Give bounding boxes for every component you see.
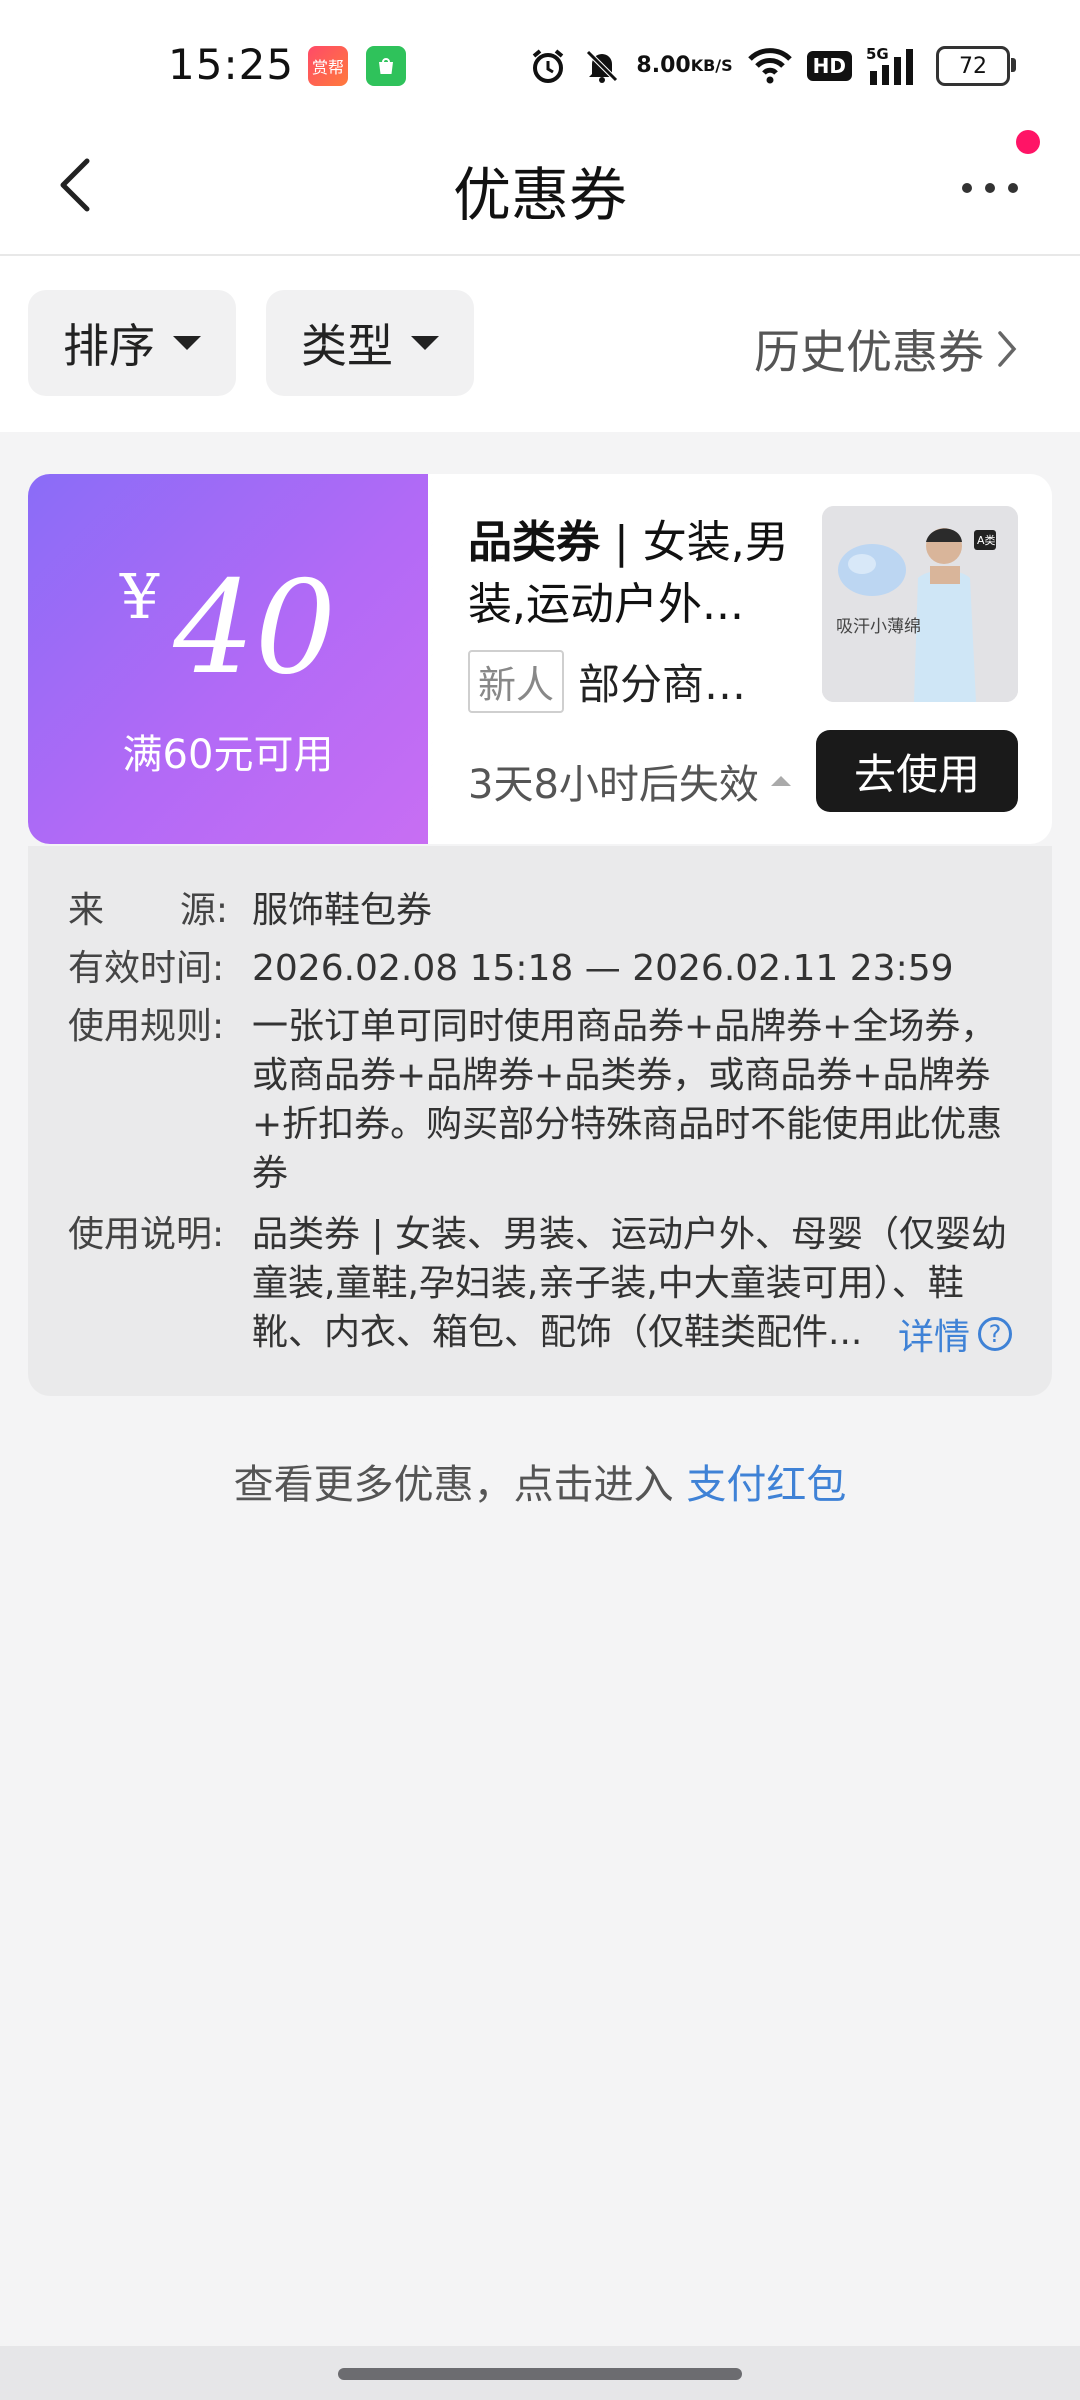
detail-row-source: 来 源: 服饰鞋包券 (68, 886, 1012, 935)
product-image-icon: 吸汗小薄绵 A类 (822, 506, 1018, 702)
more-promotions: 查看更多优惠，点击进入 支付红包 (0, 1452, 1080, 1510)
payment-red-packet-link[interactable]: 支付红包 (686, 1462, 846, 1508)
history-coupons-label: 历史优惠券 (754, 325, 984, 379)
use-coupon-button[interactable]: 去使用 (816, 730, 1018, 812)
network-speed-unit: KB/S (690, 56, 733, 75)
more-options-button[interactable] (950, 158, 1030, 218)
source-label-part-1: 来 (68, 890, 105, 931)
source-label: 来 源: (68, 886, 228, 935)
network-speed: 8.00 KB/S (636, 55, 732, 77)
chevron-right-icon (998, 331, 1017, 367)
history-coupons-link[interactable]: 历史优惠券 (754, 316, 1018, 382)
rules-value: 一张订单可同时使用商品券+品牌券+全场券，或商品券+品牌券+品类券，或商品券+品… (252, 1006, 1003, 1194)
more-dots-icon (962, 183, 1018, 193)
wifi-icon (747, 47, 793, 85)
product-image-caption: 吸汗小薄绵 (836, 617, 921, 637)
alarm-icon (528, 46, 568, 86)
collapse-triangle-icon (770, 776, 791, 786)
new-user-tag: 新人 (468, 650, 565, 713)
coupon-expiry[interactable]: 3天8小时后失效 (468, 752, 791, 810)
status-time: 15:25 (168, 40, 295, 89)
coupon-expiry-text: 3天8小时后失效 (468, 762, 759, 808)
mute-bell-icon (582, 46, 622, 86)
type-dropdown[interactable]: 类型 (266, 290, 474, 396)
product-image-tag: A类 (977, 533, 996, 547)
help-circle-icon: ? (978, 1317, 1012, 1351)
coupon-badges: 新人 部分商品... (468, 650, 778, 713)
coupon-amount-block: ¥40 (28, 554, 428, 703)
battery-level: 72 (959, 53, 987, 79)
status-icons: 8.00 KB/S HD 5G 72 (528, 36, 1016, 96)
details-more-link[interactable]: 详情 ? (857, 1308, 1012, 1360)
coupon-perforation (418, 474, 438, 844)
filter-bar: 排序 类型 历史优惠券 (0, 256, 1080, 432)
detail-row-validity: 有效时间: 2026.02.08 15:18 — 2026.02.11 23:5… (68, 944, 1012, 993)
svg-text:5G: 5G (866, 45, 889, 63)
coupon-amount: 40 (173, 554, 337, 703)
coupon-condition: 满60元可用 (122, 732, 334, 778)
validity-value: 2026.02.08 15:18 — 2026.02.11 23:59 (252, 948, 954, 989)
currency-symbol: ¥ (119, 560, 160, 633)
coupon-details-panel: 来 源: 服饰鞋包券 有效时间: 2026.02.08 15:18 — 2026… (28, 846, 1052, 1396)
source-value: 服饰鞋包券 (252, 890, 433, 931)
description-label: 使用说明: (68, 1214, 225, 1255)
sort-label: 排序 (63, 319, 155, 373)
app-notification-icon-shangbang: 赏帮 (308, 46, 348, 86)
status-bar: 15:25 赏帮 8.00 KB/S HD 5G 72 (0, 0, 1080, 120)
caret-down-icon (411, 336, 439, 350)
coupon-type: 品类券 (468, 517, 600, 568)
battery-icon: 72 (936, 46, 1016, 86)
product-thumbnail: 吸汗小薄绵 A类 (822, 506, 1018, 702)
notification-dot (1016, 130, 1040, 154)
caret-down-icon (173, 336, 201, 350)
page-title: 优惠券 (452, 161, 627, 229)
rules-label: 使用规则: (68, 1006, 225, 1047)
home-indicator[interactable] (338, 2368, 742, 2380)
source-label-part-2: 源: (179, 890, 228, 931)
type-label: 类型 (301, 319, 393, 373)
sort-dropdown[interactable]: 排序 (28, 290, 236, 396)
hd-icon: HD (806, 51, 852, 81)
app-notification-icon-store (366, 46, 406, 86)
validity-label: 有效时间: (68, 948, 225, 989)
coupon-title: 品类券 | 女装,男装,运动户外... (468, 512, 823, 636)
more-promotions-text: 查看更多优惠，点击进入 (233, 1462, 687, 1508)
details-more-label: 详情 (897, 1317, 970, 1358)
signal-5g-icon: 5G (866, 45, 922, 87)
coupon-value-panel: ¥40 满60元可用 (28, 474, 428, 844)
top-nav-bar: 优惠券 (0, 120, 1080, 256)
detail-row-rules: 使用规则: 一张订单可同时使用商品券+品牌券+全场券，或商品券+品牌券+品类券，… (68, 1002, 1012, 1198)
network-speed-value: 8.00 (636, 53, 691, 78)
coupon-scope: 部分商品... (578, 660, 779, 709)
coupon-card[interactable]: ¥40 满60元可用 品类券 | 女装,男装,运动户外... 新人 部分商品..… (28, 474, 1052, 844)
